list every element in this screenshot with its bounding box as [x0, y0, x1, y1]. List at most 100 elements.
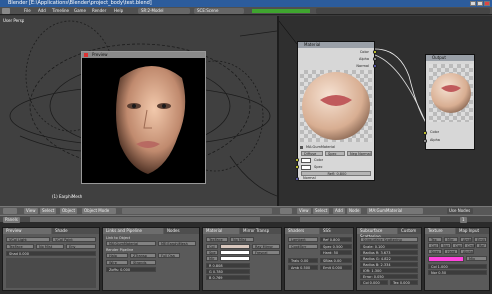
mat-no-mist-toggle[interactable]: No Mist [230, 237, 254, 242]
sbias-slider[interactable]: SBias 0.00 [320, 258, 352, 263]
spec-swatch[interactable] [301, 165, 311, 170]
spec-slider[interactable]: Spec 0.500 [320, 244, 352, 249]
mat-texface-toggle[interactable]: TexFace [206, 237, 228, 242]
output-node-header[interactable]: Output [426, 55, 474, 61]
color-input-socket[interactable] [295, 158, 299, 162]
spec-shader-select[interactable]: CookTorr [288, 244, 318, 249]
mir-button[interactable]: Mir [206, 256, 218, 261]
panel-tab-shaders[interactable]: Shaders [285, 228, 319, 234]
menu-add[interactable]: Add [38, 7, 46, 15]
radius-b-field[interactable]: Radius B: 2.334 [360, 262, 418, 267]
panel-tab-map-input[interactable]: Map Input [456, 228, 489, 234]
emit-button[interactable]: Emit [474, 237, 487, 242]
normal-input-socket[interactable] [295, 177, 299, 181]
panels-menu[interactable]: Panels [3, 216, 20, 223]
close-button[interactable] [484, 1, 490, 6]
node-editor-type[interactable] [280, 208, 292, 214]
sss-col-field[interactable]: Col 0.000 [360, 280, 388, 285]
output-color-socket[interactable] [423, 131, 427, 135]
panel-tab-mirror-transp[interactable]: Mirror Transp [240, 228, 281, 234]
spec-input-socket[interactable] [295, 165, 299, 169]
alpha-map-button[interactable]: Alpha [460, 249, 474, 254]
panel-tab-subsurface[interactable]: Subsurface Scattering [357, 228, 397, 239]
sss-scale-field[interactable]: Scale: 0.100 [360, 244, 418, 249]
spec-toggle[interactable]: Spec [325, 151, 345, 156]
menu-timeline[interactable]: Timeline [52, 7, 69, 15]
amb-slider[interactable]: Amb 0.500 [288, 265, 318, 270]
amb-button[interactable]: Amb [460, 237, 472, 242]
full-osa-toggle[interactable]: Full Osa [158, 253, 180, 258]
menu-file[interactable]: File [24, 7, 31, 15]
col-factor-slider[interactable]: Col 1.000 [428, 264, 487, 269]
g-slider[interactable]: G 0.780 [206, 269, 250, 274]
ref-map-button[interactable]: Ref [476, 243, 487, 248]
node-add-menu[interactable]: Add [333, 208, 345, 214]
node-editor[interactable]: Material Color Alpha Normal MA:GumMateri… [277, 16, 492, 206]
ref-slider[interactable]: Ref 0.800 [320, 237, 352, 242]
zoffs-slider[interactable]: Zoffs: 0.000 [106, 267, 156, 272]
neg-normal-toggle[interactable]: Neg Normal [347, 151, 372, 156]
normal-output-socket[interactable] [373, 64, 377, 68]
diffuse-shader-select[interactable]: Lambert [288, 237, 318, 242]
mode-selector[interactable]: Object Mode [82, 208, 116, 214]
vcol-paint-toggle[interactable]: VCol Paint [52, 237, 96, 242]
halo-toggle[interactable]: Halo [106, 253, 128, 258]
radius-r-field[interactable]: Radius R: 3.673 [360, 250, 418, 255]
panel-tab-links[interactable]: Links and Pipeline [103, 228, 163, 234]
diffuse-toggle[interactable]: Diffuse [301, 151, 323, 156]
spe-button[interactable]: Spe [206, 250, 218, 255]
viewport-editor-type[interactable] [3, 208, 17, 214]
wire-toggle[interactable]: Wire [106, 260, 128, 265]
cmir-map-button[interactable]: Cmir [464, 243, 475, 248]
sss-tex-field[interactable]: Tex 0.000 [390, 280, 418, 285]
panel-tab-sss[interactable]: SSS [320, 228, 353, 234]
material-browse-icon[interactable] [300, 146, 303, 149]
sss-toggle[interactable]: Subsurface Scattering [360, 237, 418, 242]
strands-toggle[interactable]: Strands [130, 260, 156, 265]
no-mist-toggle[interactable]: No Mist [36, 244, 64, 249]
b-slider[interactable]: B 0.769 [206, 275, 250, 280]
tex-button[interactable]: Tex [428, 237, 442, 242]
menu-game[interactable]: Game [74, 7, 86, 15]
material-node-header[interactable]: Material [298, 42, 374, 48]
alpha-output-socket[interactable] [373, 57, 377, 61]
nor-map-button[interactable]: Nor [440, 243, 451, 248]
viewport-view-menu[interactable]: View [24, 208, 38, 214]
use-nodes-toggle[interactable]: Use Nodes [447, 208, 473, 214]
spec-map-button[interactable]: Spec [428, 249, 442, 254]
color-output-socket[interactable] [373, 50, 377, 54]
shad-slider[interactable]: Shad 0.000 [6, 251, 96, 256]
panel-tab-preview[interactable]: Preview [3, 228, 51, 234]
render-preview-window[interactable]: Preview [81, 51, 206, 184]
output-alpha-socket[interactable] [423, 139, 427, 143]
blend-mode-select[interactable]: Mix [466, 256, 487, 261]
hard-map-button[interactable]: Hard [444, 249, 458, 254]
screen-selector[interactable]: SR:2-Model [138, 8, 190, 14]
tralu-slider[interactable]: Tralu 0.00 [288, 258, 318, 263]
col-map-button[interactable]: Col [428, 243, 439, 248]
fresnel-field[interactable]: Fresnel [252, 250, 280, 255]
hard-slider[interactable]: Hard: 50 [320, 250, 352, 255]
context-buttons[interactable] [30, 217, 260, 222]
r-slider[interactable]: R 0.808 [206, 263, 250, 268]
node-material-name[interactable]: MA:GumMaterial [306, 145, 335, 149]
radius-g-field[interactable]: Radius G: 4.822 [360, 256, 418, 261]
panel-tab-custom[interactable]: Custom [398, 228, 421, 234]
texture-color-swatch[interactable] [428, 256, 464, 262]
ztransp-toggle[interactable]: ZTransp [130, 253, 156, 258]
minimize-button[interactable] [470, 1, 476, 6]
mirr-button[interactable]: Mirr [444, 237, 458, 242]
ior-field[interactable]: IOR: 1.300 [360, 268, 418, 273]
node-view-menu[interactable]: View [297, 208, 311, 214]
env-toggle[interactable]: Env [66, 244, 96, 249]
node-node-menu[interactable]: Node [347, 208, 362, 214]
panel-tab-shade[interactable]: Shade [52, 228, 99, 234]
ray-mirror-toggle[interactable]: Ray Mirror [252, 244, 280, 249]
mesh-name-field[interactable]: ME:EarphiMesh [158, 241, 196, 246]
viewport-header-tools[interactable] [122, 208, 272, 214]
emit-slider[interactable]: Emit 0.000 [320, 265, 352, 270]
menu-render[interactable]: Render [92, 7, 106, 15]
viewport-object-menu[interactable]: Object [60, 208, 78, 214]
col-swatch[interactable] [220, 244, 250, 249]
color-swatch[interactable] [301, 158, 311, 163]
